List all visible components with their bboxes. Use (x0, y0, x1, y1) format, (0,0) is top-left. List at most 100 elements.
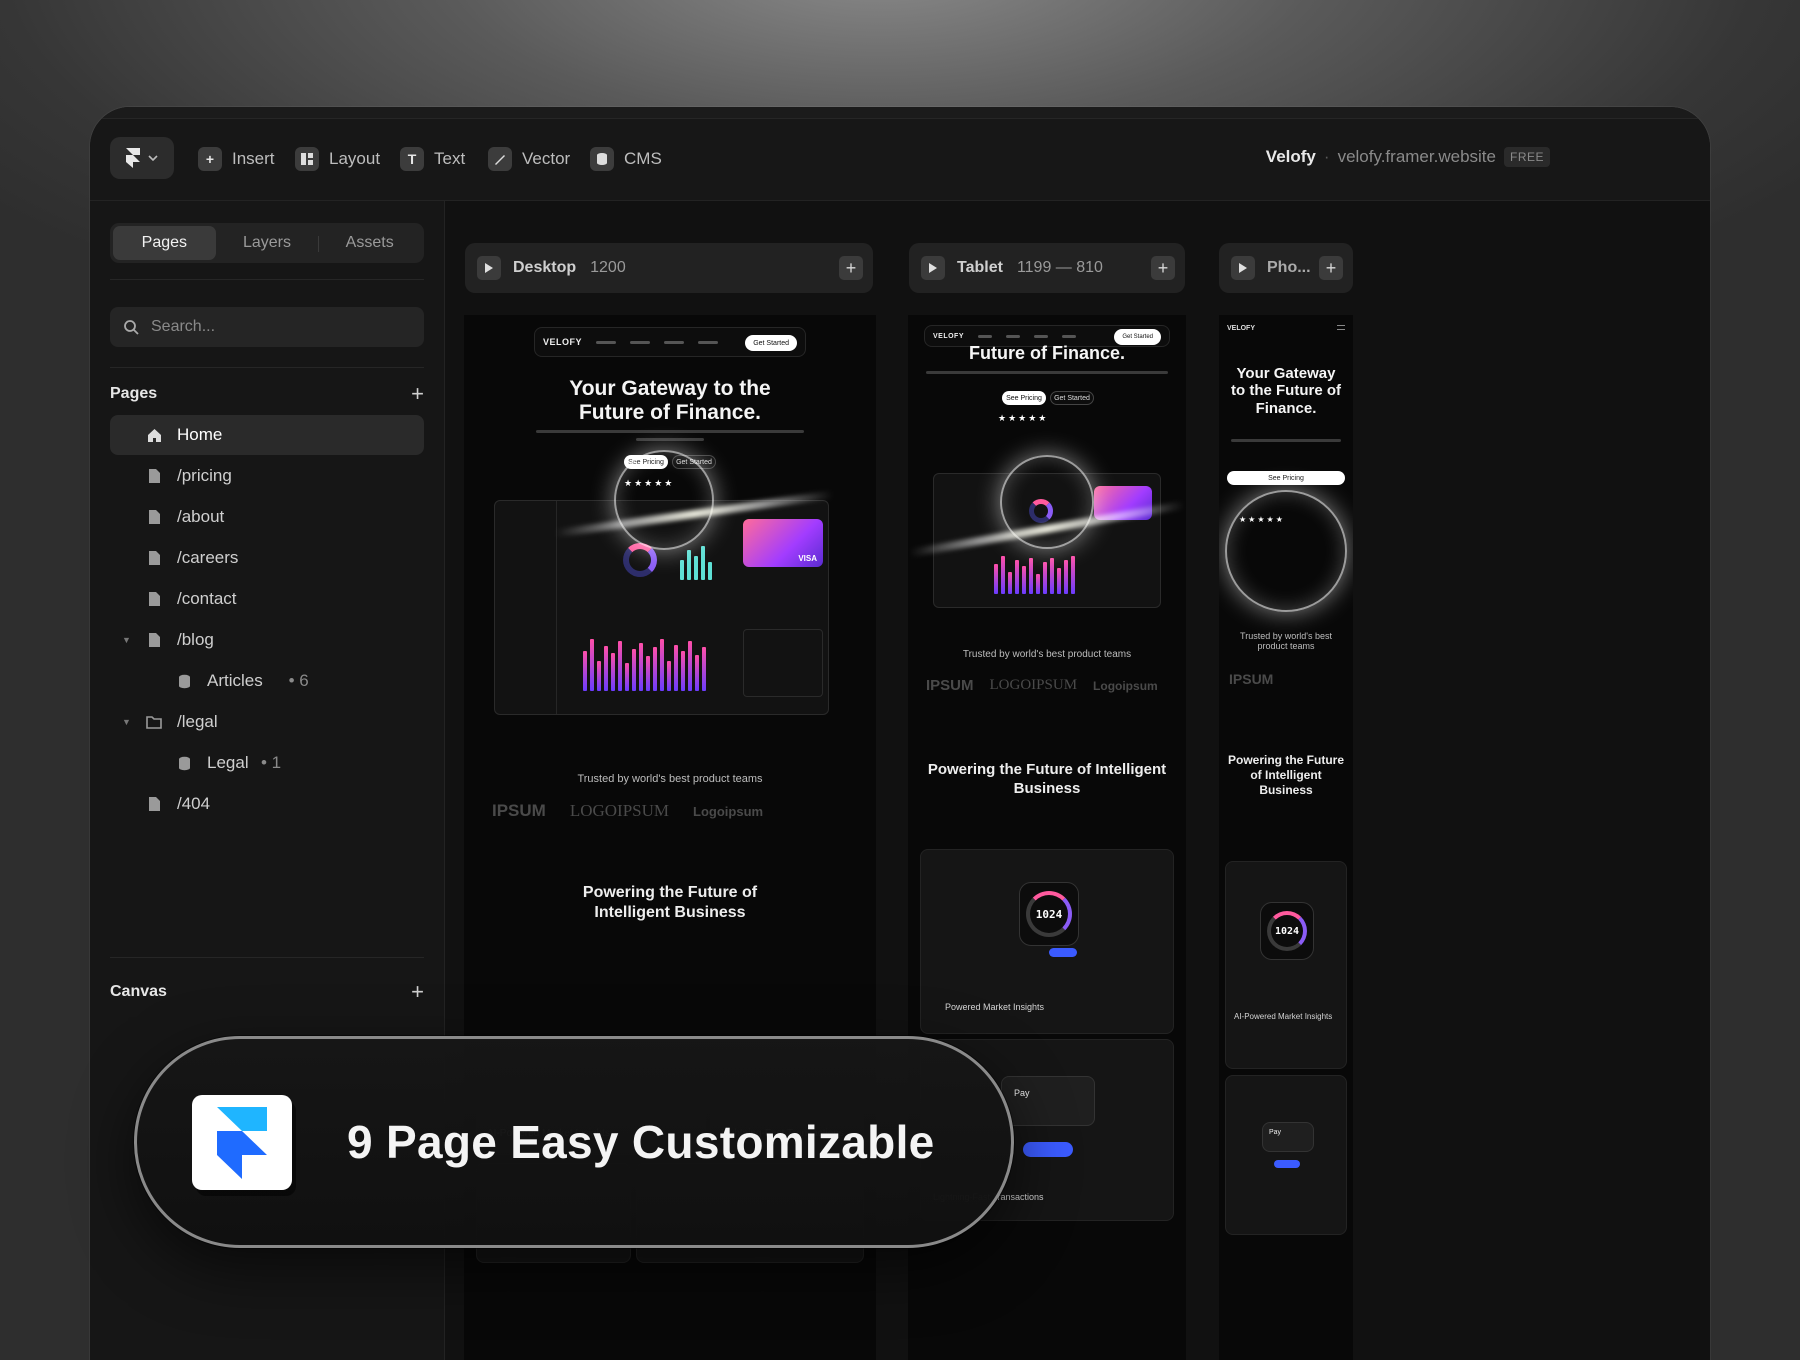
glow-ring (1225, 490, 1347, 612)
spending-bars (583, 636, 706, 691)
section-title: Powering the Future of Intelligent Busin… (582, 884, 758, 921)
get-started-button: Get Started (1050, 391, 1094, 405)
cms-label: CMS (624, 149, 662, 168)
add-page-icon[interactable]: + (411, 383, 424, 405)
page-icon (146, 632, 162, 648)
sidebar-page-label: /pricing (177, 466, 232, 485)
sidebar-page-item[interactable]: Home (110, 415, 424, 455)
breakpoint-header-tablet[interactable]: Tablet 1199 — 810 + (909, 243, 1185, 293)
vector-tool[interactable]: Vector (488, 147, 570, 171)
text-label: Text (434, 149, 466, 168)
feature-card-insights: 1024 AI-Powered Market Insights (1225, 861, 1347, 1069)
toolbar: + Insert Layout T Text Vector CMS Velofy… (90, 119, 1710, 201)
insert-tool[interactable]: + Insert (198, 147, 275, 171)
section-title: Powering the Future of Intelligent Busin… (1227, 753, 1344, 797)
text-tool[interactable]: T Text (400, 147, 465, 171)
feature-card-transactions: Pay (1225, 1075, 1347, 1235)
window-top-strip (90, 107, 1710, 119)
hero-title: Your Gateway to the Future of Finance. (1231, 365, 1341, 417)
search-icon (124, 319, 139, 335)
sidebar-page-item[interactable]: Legal • 1 (110, 743, 424, 783)
site-navbar: VELOFY Get Started (534, 327, 806, 357)
chevron-down-icon (148, 155, 158, 161)
add-breakpoint-icon[interactable]: + (839, 256, 863, 280)
nav-links (978, 334, 1077, 338)
sidebar-page-item[interactable]: /pricing (110, 456, 424, 496)
pay-button (1023, 1142, 1073, 1157)
logo-ipsum: IPSUM (926, 677, 974, 694)
play-icon[interactable] (1231, 256, 1255, 280)
framer-menu-button[interactable] (110, 137, 174, 179)
breakpoint-size: 1200 (590, 259, 626, 276)
play-icon[interactable] (477, 256, 501, 280)
sidebar-page-label: Legal (207, 753, 249, 772)
sidebar-page-item[interactable]: ▼ /legal (110, 702, 424, 742)
glow-ring (614, 450, 714, 550)
hero-subtext (636, 438, 704, 441)
breakpoint-size: 1199 — 810 (1016, 259, 1103, 276)
home-icon (146, 428, 162, 443)
hero-title: Future of Finance. (928, 343, 1166, 364)
project-url[interactable]: velofy.framer.website (1338, 147, 1496, 167)
pen-icon (488, 147, 512, 171)
database-icon (590, 147, 614, 171)
page-icon (146, 591, 162, 607)
add-breakpoint-icon[interactable]: + (1151, 256, 1175, 280)
layout-label: Layout (329, 149, 381, 168)
trusted-text: Trusted by world's best product teams (1240, 631, 1332, 651)
page-icon (146, 468, 162, 484)
page-icon (146, 550, 162, 566)
card-brand: VISA (798, 554, 817, 563)
sidebar-page-item[interactable]: /404 (110, 784, 424, 824)
search-input[interactable]: Search... (110, 307, 424, 347)
client-logos: IPSUM LOGOIPSUM Logoipsum (492, 801, 763, 821)
breakpoint-header-phone[interactable]: Pho... + (1219, 243, 1353, 293)
play-icon[interactable] (921, 256, 945, 280)
sidebar-page-item[interactable]: ▼ /blog (110, 620, 424, 660)
trusted-text: Trusted by world's best product teams (962, 649, 1132, 660)
expand-caret-icon[interactable]: ▼ (122, 635, 131, 645)
add-canvas-icon[interactable]: + (411, 981, 424, 1003)
phone-frame[interactable]: VELOFY Your Gateway to the Future of Fin… (1219, 315, 1353, 1360)
sidebar-page-item[interactable]: /careers (110, 538, 424, 578)
site-brand: VELOFY (1227, 325, 1256, 332)
add-breakpoint-icon[interactable]: + (1319, 256, 1343, 280)
plan-badge: FREE (1503, 147, 1550, 167)
tab-layers[interactable]: Layers (216, 226, 319, 260)
see-pricing-button: See Pricing (1002, 391, 1046, 405)
collection-count: • 1 (261, 753, 282, 772)
breakpoint-header-desktop[interactable]: Desktop 1200 + (465, 243, 873, 293)
vector-label: Vector (522, 149, 571, 168)
logo-logoipsum: LOGOIPSUM (569, 801, 670, 820)
logo-logoipsum: LOGOIPSUM (989, 677, 1078, 693)
divider (110, 367, 424, 368)
mini-bars (680, 546, 712, 580)
collection-count: • 6 (288, 671, 309, 690)
gauge-value: 1024 (1267, 911, 1307, 951)
feature-title: AI-Powered Market Insights (1234, 1012, 1333, 1021)
hero-subtext (926, 371, 1168, 374)
tab-pages[interactable]: Pages (113, 226, 216, 260)
gauge-widget: 1024 (1019, 882, 1079, 946)
expand-caret-icon[interactable]: ▼ (122, 717, 131, 727)
canvas-heading: Canvas (110, 983, 167, 1000)
sidebar-page-label: /404 (177, 794, 211, 813)
section-title: Powering the Future of Intelligent Busin… (927, 761, 1167, 797)
layout-tool[interactable]: Layout (295, 147, 380, 171)
sidebar-page-item[interactable]: /contact (110, 579, 424, 619)
site-brand: VELOFY (933, 332, 965, 340)
tab-assets[interactable]: Assets (318, 226, 421, 260)
plus-square-icon: + (198, 147, 222, 171)
hero-line-2: Future of Finance. (578, 401, 761, 425)
gauge-button (1049, 948, 1077, 957)
cms-tool[interactable]: CMS (590, 147, 662, 171)
sidebar-page-item[interactable]: /about (110, 497, 424, 537)
project-info[interactable]: Velofy · velofy.framer.website FREE (1266, 147, 1550, 167)
gauge-widget: 1024 (1260, 902, 1314, 960)
credit-card: VISA (743, 519, 823, 567)
sidebar-page-item[interactable]: Articles • 6 (110, 661, 424, 701)
client-logos: IPSUM (1229, 671, 1273, 687)
database-icon (176, 756, 192, 771)
sidebar-page-label: /careers (177, 548, 239, 567)
promo-text: 9 Page Easy Customizable (347, 1116, 935, 1168)
